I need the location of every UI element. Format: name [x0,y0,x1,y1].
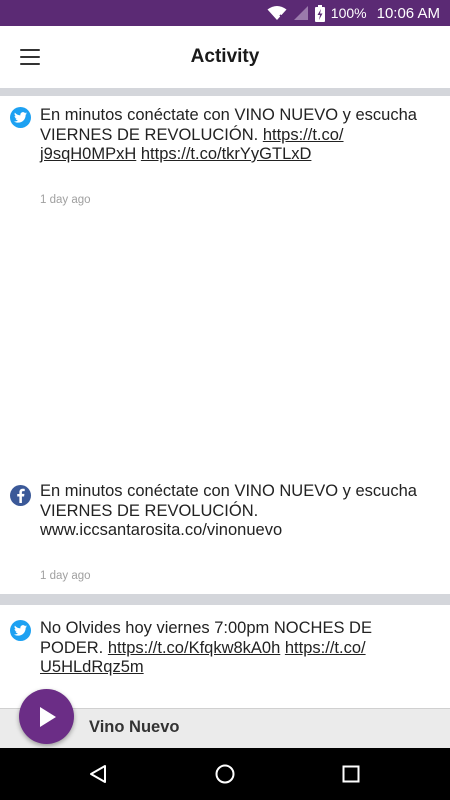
post-text: En minutos conéctate con VINO NUEVO y es… [40,482,442,541]
play-icon [39,706,56,727]
post-body-line: VIERNES DE REVOLUCIÓN. [40,501,259,520]
recents-icon[interactable] [339,762,363,786]
post-link[interactable]: https://t.co/tkrYyGTLxD [141,145,312,163]
post-link[interactable]: https://t.co/ [263,126,344,144]
twitter-icon [10,620,31,641]
page-title: Activity [190,46,260,67]
post-text: No Olvides hoy viernes 7:00pm NOCHES DE … [40,619,442,678]
battery-percent: 100% [330,5,367,21]
post-timestamp: 1 day ago [40,570,91,582]
status-clock: 10:06 AM [376,4,440,22]
post-body-line: No Olvides hoy viernes 7:00pm NOCHES DE [40,619,372,637]
post-body-line: En minutos conéctate con VINO NUEVO y es… [40,482,417,500]
feed-divider [0,594,450,605]
list-item[interactable]: En minutos conéctate con VINO NUEVO y es… [0,466,450,594]
twitter-icon [10,107,31,128]
facebook-icon [10,485,31,506]
post-body: PODER. [40,638,108,657]
post-text: En minutos conéctate con VINO NUEVO y es… [40,106,442,165]
play-button[interactable] [19,689,74,744]
wifi-icon [267,5,287,21]
feed-divider [0,88,450,96]
app-bar: Activity [0,26,450,88]
list-item[interactable]: En minutos conéctate con VINO NUEVO y es… [0,96,450,466]
post-body: En minutos conéctate con VINO NUEVO y es… [40,106,417,144]
status-bar: 100% 10:06 AM [0,0,450,26]
home-icon[interactable] [213,762,237,786]
hamburger-menu-icon[interactable] [12,41,48,73]
system-nav-bar [0,748,450,800]
list-item[interactable]: No Olvides hoy viernes 7:00pm NOCHES DE … [0,605,450,708]
post-url: www.iccsantarosita.co/vinonuevo [40,521,283,539]
post-timestamp: 1 day ago [40,194,91,206]
post-link[interactable]: j9sqH0MPxH [40,145,136,163]
post-link[interactable]: https://t.co/Kfqkw8kA0h [108,639,280,657]
post-link[interactable]: https://t.co/ [285,639,366,657]
post-link[interactable]: U5HLdRqz5m [40,658,144,676]
signal-icon [293,5,309,21]
back-icon[interactable] [86,762,110,786]
station-name: Vino Nuevo [89,718,180,736]
activity-feed[interactable]: En minutos conéctate con VINO NUEVO y es… [0,88,450,708]
battery-charging-icon [314,4,325,22]
